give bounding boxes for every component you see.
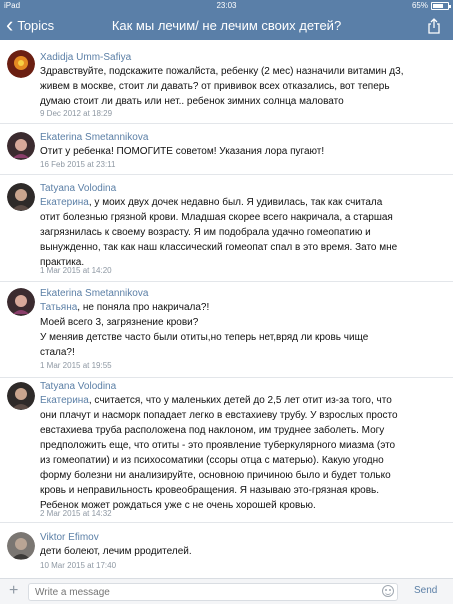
- avatar[interactable]: [7, 532, 35, 560]
- message-text: Екатерина, у моих двух дочек недавно был…: [40, 195, 440, 270]
- mention-link[interactable]: Екатерина: [40, 395, 89, 406]
- message-item[interactable]: Ekaterina Smetannikova Татьяна, не понял…: [0, 282, 453, 378]
- message-date: 1 Mar 2015 at 14:20: [40, 266, 112, 275]
- message-author[interactable]: Ekaterina Smetannikova: [40, 288, 148, 299]
- message-line: Здравствуйте, подскажите пожалйста, ребе…: [40, 66, 404, 77]
- message-line: из гомеопатии) и из психосоматики (ссоры…: [40, 455, 384, 466]
- message-line: евстахиева труба расположена под наклоно…: [40, 425, 385, 436]
- message-line: загрязнилась к своему возрасту. Я им под…: [40, 227, 371, 238]
- message-line: Екатерина, у моих двух дочек недавно был…: [40, 195, 440, 210]
- message-input[interactable]: [28, 583, 398, 601]
- message-date: 2 Mar 2015 at 14:32: [40, 509, 112, 518]
- message-line-rest: , у моих двух дочек недавно был. Я удиви…: [88, 197, 383, 208]
- message-item[interactable]: Xadidja Umm-Safiya Здравствуйте, подскаж…: [0, 40, 453, 124]
- message-line-rest: , считается, что у маленьких детей до 2,…: [88, 395, 392, 406]
- message-line: отит болезнью грязной крови. Младшая ско…: [40, 212, 393, 223]
- message-line: форму болезни ни анализируйте, основною …: [40, 470, 391, 481]
- message-line: живем в москве, стоит ли давать? от прив…: [40, 81, 390, 92]
- message-text: Отит у ребенка! ПОМОГИТЕ советом! Указан…: [40, 144, 440, 159]
- message-date: 16 Feb 2015 at 23:11: [40, 160, 116, 169]
- message-author[interactable]: Tatyana Volodina: [40, 381, 116, 392]
- clock: 23:03: [216, 1, 237, 10]
- message-author[interactable]: Ekaterina Smetannikova: [40, 132, 148, 143]
- message-line: думаю стоит ли двать или нет.. ребенок з…: [40, 96, 344, 107]
- message-author[interactable]: Tatyana Volodina: [40, 183, 116, 194]
- message-line: предположить еще, что отиты - это проявл…: [40, 440, 396, 451]
- message-author[interactable]: Xadidja Umm-Safiya: [40, 52, 131, 63]
- message-author[interactable]: Viktor Efimov: [40, 532, 99, 543]
- message-text: Здравствуйте, подскажите пожалйста, ребе…: [40, 64, 440, 109]
- avatar[interactable]: [7, 382, 35, 410]
- message-item[interactable]: Viktor Efimov дети болеют, лечим рродите…: [0, 523, 453, 578]
- top-bar: iPad 23:03 65% ‹ Topics Как мы лечим/ не…: [0, 0, 453, 40]
- message-composer: + Send: [0, 578, 453, 604]
- message-date: 9 Dec 2012 at 18:29: [40, 109, 113, 118]
- page-title: Как мы лечим/ не лечим своих детей?: [111, 18, 342, 33]
- message-line: Отит у ребенка! ПОМОГИТЕ советом! Указан…: [40, 146, 325, 157]
- battery-percent: 65%: [411, 1, 428, 10]
- message-line: Екатерина, считается, что у маленьких де…: [40, 393, 440, 408]
- message-item[interactable]: Ekaterina Smetannikova Отит у ребенка! П…: [0, 124, 453, 175]
- share-icon[interactable]: [427, 18, 441, 34]
- message-line-rest: , не поняла про накричала?!: [77, 302, 210, 313]
- mention-link[interactable]: Екатерина: [40, 197, 89, 208]
- message-text: Татьяна, не поняла про накричала?! Моей …: [40, 300, 440, 360]
- attach-plus-icon[interactable]: +: [9, 582, 18, 600]
- message-line: они плачут и насморк попадает легко в ев…: [40, 410, 398, 421]
- message-line: дети болеют, лечим рродителей.: [40, 546, 192, 557]
- message-item[interactable]: Tatyana Volodina Екатерина, считается, ч…: [0, 378, 453, 523]
- message-text: Екатерина, считается, что у маленьких де…: [40, 393, 440, 513]
- send-button[interactable]: Send: [414, 585, 437, 596]
- message-line: кровь и неправильность кровеобращения. Я…: [40, 485, 380, 496]
- message-line: Татьяна, не поняла про накричала?!: [40, 300, 440, 315]
- mention-link[interactable]: Татьяна: [40, 302, 77, 313]
- avatar[interactable]: [7, 288, 35, 316]
- navigation-bar: ‹ Topics Как мы лечим/ не лечим своих де…: [0, 12, 453, 40]
- message-date: 1 Mar 2015 at 19:55: [40, 361, 112, 370]
- battery-icon: [431, 1, 451, 10]
- message-line: Моей всего 3, загрязнение крови?: [40, 317, 199, 328]
- battery-indicator: 65%: [411, 1, 451, 10]
- message-line: У меняив детстве часто были отиты,но теп…: [40, 332, 369, 343]
- message-line: вынужденно, так как наш классический гом…: [40, 242, 398, 253]
- status-bar: iPad 23:03 65%: [0, 0, 453, 12]
- avatar[interactable]: [7, 183, 35, 211]
- avatar[interactable]: [7, 132, 35, 160]
- message-date: 10 Mar 2015 at 17:40: [40, 561, 117, 570]
- message-line: стала?!: [40, 347, 75, 358]
- message-text: дети болеют, лечим рродителей.: [40, 544, 440, 559]
- emoji-icon[interactable]: [382, 585, 394, 597]
- message-item[interactable]: Tatyana Volodina Екатерина, у моих двух …: [0, 175, 453, 282]
- avatar[interactable]: [7, 50, 35, 78]
